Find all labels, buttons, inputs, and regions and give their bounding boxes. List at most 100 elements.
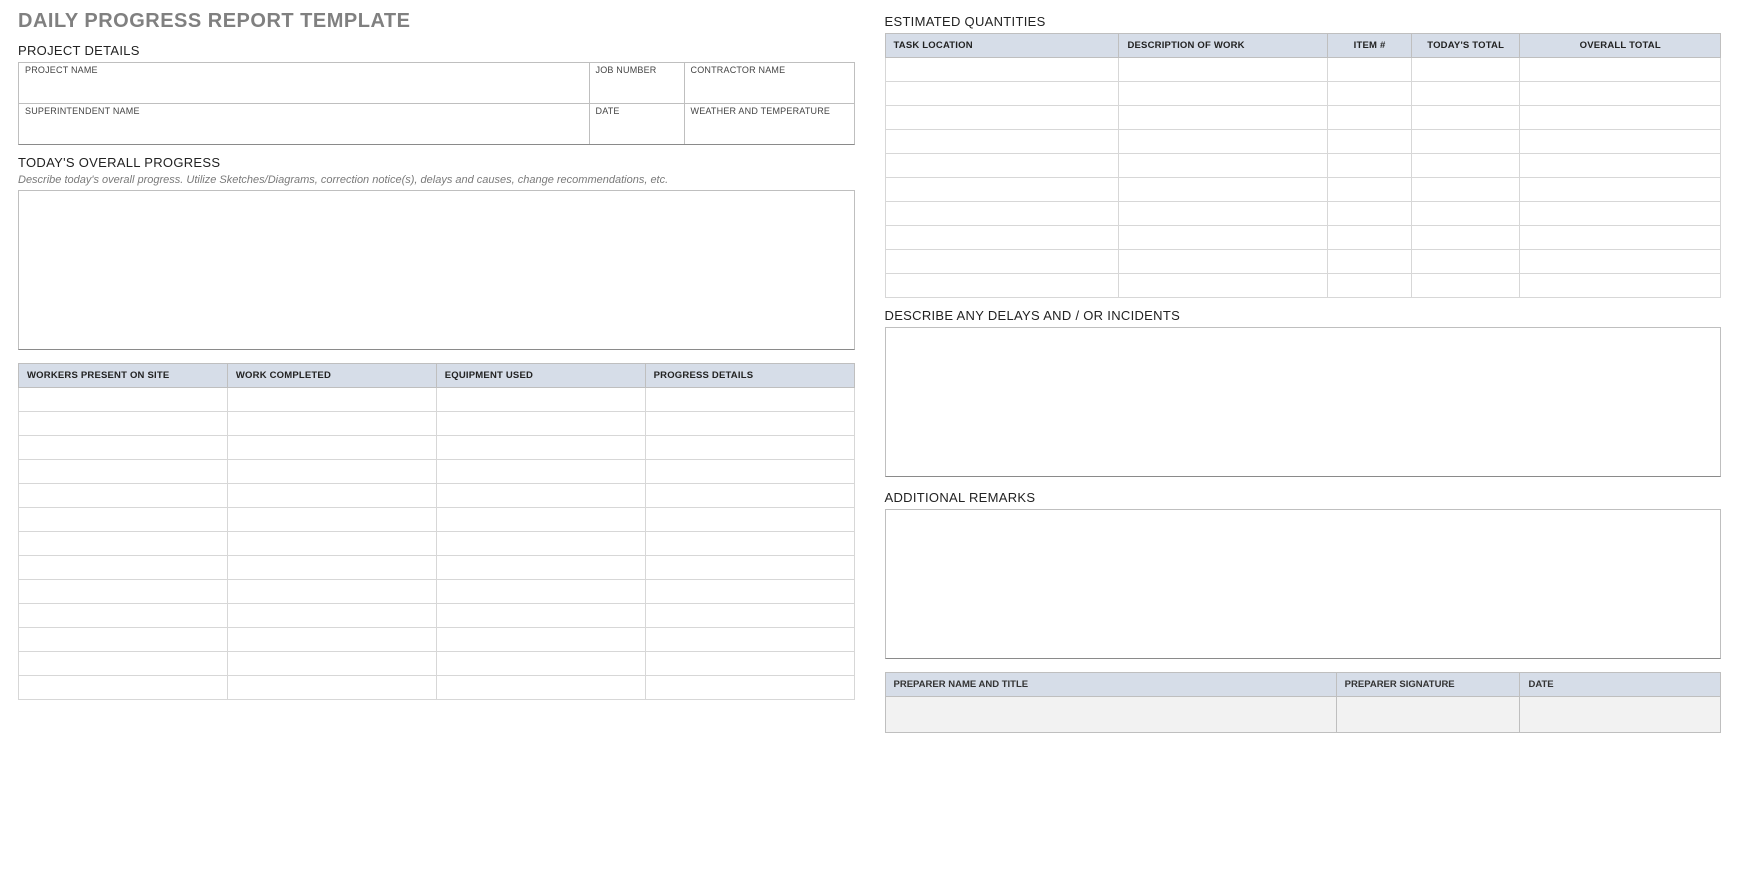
eq-cell-input[interactable] xyxy=(1328,58,1411,81)
delays-textarea[interactable] xyxy=(885,327,1722,477)
progress-cell-input[interactable] xyxy=(437,412,645,435)
progress-cell-input[interactable] xyxy=(646,436,854,459)
progress-cell-input[interactable] xyxy=(19,388,227,411)
progress-cell-input[interactable] xyxy=(437,532,645,555)
eq-cell-input[interactable] xyxy=(1412,178,1520,201)
eq-cell-input[interactable] xyxy=(886,130,1119,153)
eq-cell-input[interactable] xyxy=(886,202,1119,225)
progress-cell-input[interactable] xyxy=(646,484,854,507)
input-preparer-signature[interactable] xyxy=(1337,697,1520,732)
eq-cell-input[interactable] xyxy=(1119,106,1327,129)
eq-cell-input[interactable] xyxy=(1412,154,1520,177)
progress-cell-input[interactable] xyxy=(646,556,854,579)
remarks-textarea[interactable] xyxy=(885,509,1722,659)
progress-cell-input[interactable] xyxy=(228,460,436,483)
eq-cell-input[interactable] xyxy=(1119,178,1327,201)
eq-cell-input[interactable] xyxy=(1328,250,1411,273)
progress-cell-input[interactable] xyxy=(19,484,227,507)
progress-cell-input[interactable] xyxy=(437,628,645,651)
progress-cell-input[interactable] xyxy=(437,508,645,531)
eq-cell-input[interactable] xyxy=(1412,58,1520,81)
input-job-number[interactable] xyxy=(590,75,684,103)
progress-cell-input[interactable] xyxy=(437,460,645,483)
progress-cell-input[interactable] xyxy=(646,676,854,699)
eq-cell-input[interactable] xyxy=(886,82,1119,105)
progress-cell-input[interactable] xyxy=(19,412,227,435)
progress-cell-input[interactable] xyxy=(437,652,645,675)
progress-cell-input[interactable] xyxy=(19,556,227,579)
input-date[interactable] xyxy=(590,116,684,144)
progress-cell-input[interactable] xyxy=(646,412,854,435)
progress-cell-input[interactable] xyxy=(228,628,436,651)
progress-cell-input[interactable] xyxy=(646,460,854,483)
eq-cell-input[interactable] xyxy=(1119,226,1327,249)
progress-cell-input[interactable] xyxy=(437,436,645,459)
eq-cell-input[interactable] xyxy=(886,178,1119,201)
progress-cell-input[interactable] xyxy=(228,580,436,603)
eq-cell-input[interactable] xyxy=(1412,226,1520,249)
progress-cell-input[interactable] xyxy=(228,484,436,507)
eq-cell-input[interactable] xyxy=(1520,226,1720,249)
eq-cell-input[interactable] xyxy=(886,106,1119,129)
progress-cell-input[interactable] xyxy=(19,532,227,555)
eq-cell-input[interactable] xyxy=(1119,58,1327,81)
eq-cell-input[interactable] xyxy=(1412,82,1520,105)
eq-cell-input[interactable] xyxy=(886,154,1119,177)
input-superintendent-name[interactable] xyxy=(19,116,589,144)
eq-cell-input[interactable] xyxy=(1328,154,1411,177)
progress-cell-input[interactable] xyxy=(19,676,227,699)
progress-cell-input[interactable] xyxy=(228,388,436,411)
progress-cell-input[interactable] xyxy=(437,388,645,411)
progress-cell-input[interactable] xyxy=(228,676,436,699)
progress-cell-input[interactable] xyxy=(646,580,854,603)
progress-cell-input[interactable] xyxy=(19,652,227,675)
progress-cell-input[interactable] xyxy=(228,412,436,435)
input-project-name[interactable] xyxy=(19,75,589,103)
eq-cell-input[interactable] xyxy=(1119,202,1327,225)
progress-cell-input[interactable] xyxy=(19,580,227,603)
eq-cell-input[interactable] xyxy=(886,250,1119,273)
eq-cell-input[interactable] xyxy=(1412,274,1520,297)
eq-cell-input[interactable] xyxy=(1412,130,1520,153)
progress-cell-input[interactable] xyxy=(228,604,436,627)
eq-cell-input[interactable] xyxy=(1520,58,1720,81)
input-contractor-name[interactable] xyxy=(685,75,854,103)
progress-cell-input[interactable] xyxy=(437,676,645,699)
eq-cell-input[interactable] xyxy=(886,58,1119,81)
progress-cell-input[interactable] xyxy=(646,628,854,651)
progress-cell-input[interactable] xyxy=(437,580,645,603)
eq-cell-input[interactable] xyxy=(1119,274,1327,297)
eq-cell-input[interactable] xyxy=(1520,202,1720,225)
input-signoff-date[interactable] xyxy=(1520,697,1720,732)
progress-cell-input[interactable] xyxy=(646,388,854,411)
progress-cell-input[interactable] xyxy=(646,508,854,531)
eq-cell-input[interactable] xyxy=(1328,82,1411,105)
eq-cell-input[interactable] xyxy=(1328,226,1411,249)
progress-cell-input[interactable] xyxy=(437,604,645,627)
eq-cell-input[interactable] xyxy=(1520,154,1720,177)
eq-cell-input[interactable] xyxy=(1119,82,1327,105)
input-preparer-name[interactable] xyxy=(886,697,1336,732)
progress-cell-input[interactable] xyxy=(228,436,436,459)
progress-cell-input[interactable] xyxy=(646,652,854,675)
progress-cell-input[interactable] xyxy=(19,508,227,531)
progress-cell-input[interactable] xyxy=(646,604,854,627)
input-weather[interactable] xyxy=(685,116,854,144)
progress-cell-input[interactable] xyxy=(437,556,645,579)
eq-cell-input[interactable] xyxy=(1520,106,1720,129)
eq-cell-input[interactable] xyxy=(1520,82,1720,105)
eq-cell-input[interactable] xyxy=(1119,154,1327,177)
eq-cell-input[interactable] xyxy=(1520,178,1720,201)
eq-cell-input[interactable] xyxy=(1119,250,1327,273)
eq-cell-input[interactable] xyxy=(1119,130,1327,153)
eq-cell-input[interactable] xyxy=(886,226,1119,249)
progress-cell-input[interactable] xyxy=(228,532,436,555)
eq-cell-input[interactable] xyxy=(1328,202,1411,225)
eq-cell-input[interactable] xyxy=(886,274,1119,297)
eq-cell-input[interactable] xyxy=(1412,250,1520,273)
eq-cell-input[interactable] xyxy=(1520,130,1720,153)
overall-progress-textarea[interactable] xyxy=(18,190,855,350)
eq-cell-input[interactable] xyxy=(1520,250,1720,273)
progress-cell-input[interactable] xyxy=(19,628,227,651)
eq-cell-input[interactable] xyxy=(1328,274,1411,297)
